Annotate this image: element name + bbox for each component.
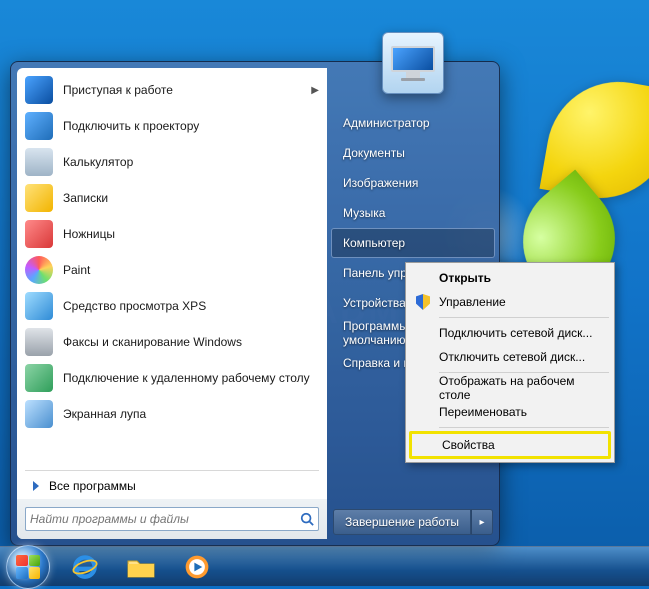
right-link-label: Изображения [343, 176, 418, 190]
program-item-remote-desktop[interactable]: Подключение к удаленному рабочему столу [17, 360, 327, 396]
getting-started-icon [25, 76, 53, 104]
shield-icon [415, 294, 431, 310]
start-menu-left-pane: Приступая к работе ▶ Подключить к проектор… [17, 68, 327, 539]
separator [25, 470, 319, 471]
search-area [17, 499, 327, 539]
fax-scan-icon [25, 328, 53, 356]
program-label: Калькулятор [63, 155, 133, 169]
sticky-notes-icon [25, 184, 53, 212]
context-item-label: Свойства [442, 438, 495, 452]
ctx-rename[interactable]: Переименовать [409, 400, 611, 424]
context-item-label: Подключить сетевой диск... [439, 326, 592, 340]
context-menu: Открыть Управление Подключить сетевой диск… [405, 262, 615, 463]
program-label: Факсы и сканирование Windows [63, 335, 242, 349]
arrow-right-icon [33, 481, 39, 491]
program-label: Экранная лупа [63, 407, 146, 421]
context-item-label: Отображать на рабочем столе [439, 374, 603, 402]
program-item-getting-started[interactable]: Приступая к работе ▶ [17, 72, 327, 108]
user-picture[interactable] [382, 32, 444, 94]
program-label: Подключение к удаленному рабочему столу [63, 371, 310, 385]
taskbar-pinned-ie[interactable] [58, 549, 112, 585]
ctx-properties[interactable]: Свойства [412, 434, 608, 456]
program-label: Paint [63, 263, 90, 277]
music-link[interactable]: Музыка [331, 198, 495, 228]
program-item-fax-scan[interactable]: Факсы и сканирование Windows [17, 324, 327, 360]
ctx-show-desktop[interactable]: Отображать на рабочем столе [409, 376, 611, 400]
search-input[interactable] [30, 512, 300, 526]
ctx-manage[interactable]: Управление [409, 290, 611, 314]
ctx-open[interactable]: Открыть [409, 266, 611, 290]
program-label: Записки [63, 191, 108, 205]
user-link[interactable]: Администратор [331, 108, 495, 138]
shutdown-label: Завершение работы [345, 515, 459, 529]
right-link-label: Музыка [343, 206, 385, 220]
all-programs-label: Все программы [49, 479, 136, 493]
connect-projector-icon [25, 112, 53, 140]
context-separator [439, 372, 609, 373]
shutdown-row: Завершение работы ▸ [333, 509, 493, 535]
program-item-snipping-tool[interactable]: Ножницы [17, 216, 327, 252]
start-button[interactable] [6, 545, 50, 589]
context-item-label: Отключить сетевой диск... [439, 350, 585, 364]
all-programs-button[interactable]: Все программы [17, 473, 327, 499]
shutdown-button[interactable]: Завершение работы [333, 509, 471, 535]
program-label: Ножницы [63, 227, 115, 241]
computer-icon [391, 46, 435, 80]
program-item-xps-viewer[interactable]: Средство просмотра XPS [17, 288, 327, 324]
search-icon [300, 512, 314, 526]
search-box[interactable] [25, 507, 319, 531]
ctx-map-drive[interactable]: Подключить сетевой диск... [409, 321, 611, 345]
program-item-magnifier[interactable]: Экранная лупа [17, 396, 327, 432]
xps-viewer-icon [25, 292, 53, 320]
taskbar [0, 546, 649, 586]
calculator-icon [25, 148, 53, 176]
right-link-label: Компьютер [343, 236, 405, 250]
media-player-icon [183, 553, 211, 581]
right-link-label: Документы [343, 146, 405, 160]
context-separator [439, 427, 609, 428]
taskbar-pinned-media-player[interactable] [170, 549, 224, 585]
magnifier-icon [25, 400, 53, 428]
program-label: Подключить к проектору [63, 119, 199, 133]
paint-icon [25, 256, 53, 284]
documents-link[interactable]: Документы [331, 138, 495, 168]
program-item-calculator[interactable]: Калькулятор [17, 144, 327, 180]
program-item-connect-projector[interactable]: Подключить к проектору [17, 108, 327, 144]
pinned-programs-list: Приступая к работе ▶ Подключить к проектор… [17, 68, 327, 468]
ie-icon [71, 553, 99, 581]
ctx-unmap-drive[interactable]: Отключить сетевой диск... [409, 345, 611, 369]
program-item-sticky-notes[interactable]: Записки [17, 180, 327, 216]
arrow-right-icon: ▸ [479, 517, 484, 528]
folder-icon [126, 555, 156, 579]
submenu-arrow-icon: ▶ [311, 85, 319, 96]
computer-link[interactable]: Компьютер [331, 228, 495, 258]
program-label: Приступая к работе [63, 83, 173, 97]
context-item-label: Управление [439, 295, 506, 309]
shutdown-options-button[interactable]: ▸ [471, 509, 493, 535]
taskbar-pinned-explorer[interactable] [114, 549, 168, 585]
highlighted-context-item: Свойства [409, 431, 611, 459]
program-item-paint[interactable]: Paint [17, 252, 327, 288]
pictures-link[interactable]: Изображения [331, 168, 495, 198]
context-item-label: Переименовать [439, 405, 527, 419]
right-link-label: Администратор [343, 116, 430, 130]
context-item-label: Открыть [439, 271, 491, 285]
remote-desktop-icon [25, 364, 53, 392]
snipping-tool-icon [25, 220, 53, 248]
context-separator [439, 317, 609, 318]
program-label: Средство просмотра XPS [63, 299, 206, 313]
